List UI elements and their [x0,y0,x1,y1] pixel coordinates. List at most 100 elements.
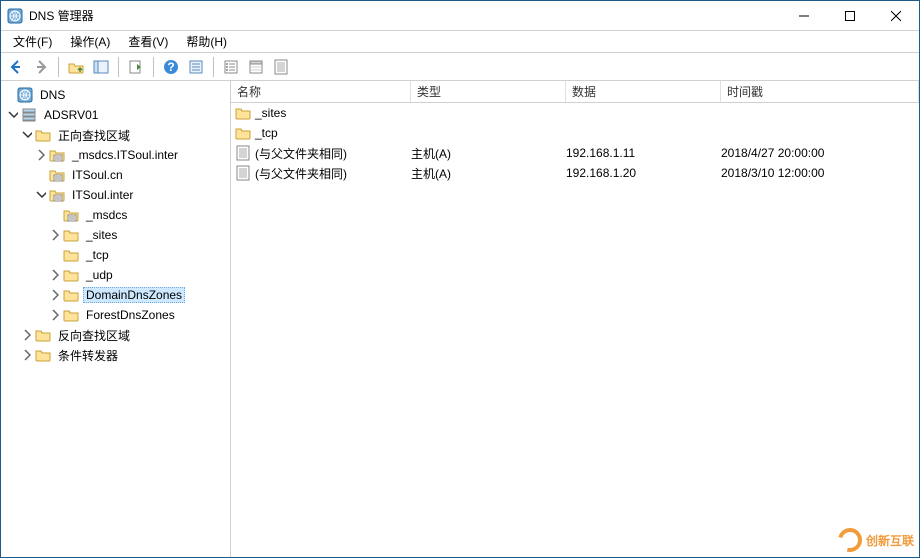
list-header: 名称 类型 数据 时间戳 [231,81,919,103]
tree-label: ITSoul.inter [69,187,136,203]
toolbar-separator [118,57,119,77]
tree-label: ITSoul.cn [69,167,126,183]
folder-icon [63,247,79,263]
chevron-down-icon[interactable] [35,189,47,201]
up-level-button[interactable] [65,56,87,78]
tree-label: DomainDnsZones [83,287,185,303]
column-header-timestamp[interactable]: 时间戳 [721,81,919,102]
folder-icon [235,105,251,121]
tree-zone-itsoul-cn[interactable]: ITSoul.cn [1,165,230,185]
tree-pane[interactable]: DNS ADSRV01 [1,81,231,557]
folder-icon [35,327,51,343]
menu-action[interactable]: 操作(A) [62,31,118,52]
tree-sub-forestdnszones[interactable]: ForestDnsZones [1,305,230,325]
chevron-right-icon[interactable] [49,229,61,241]
cell-type: 主机(A) [411,165,566,182]
list-row[interactable]: (与父文件夹相同) 主机(A)192.168.1.202018/3/10 12:0… [231,163,919,183]
server-icon [21,107,37,123]
column-header-data[interactable]: 数据 [566,81,721,102]
chevron-down-icon[interactable] [7,109,19,121]
window-title: DNS 管理器 [29,7,781,24]
dns-manager-window: DNS 管理器 文件(F) 操作(A) 查看(V) 帮助(H) [0,0,920,558]
tree-sub-msdcs[interactable]: _msdcs [1,205,230,225]
list-row[interactable]: (与父文件夹相同)主机(A)192.168.1.112018/4/27 20:0… [231,143,919,163]
tree-zone-msdcs-inter[interactable]: _msdcs.ITSoul.inter [1,145,230,165]
minimize-button[interactable] [781,1,827,31]
tree-label: 反向查找区域 [55,326,133,345]
small-icons-button[interactable] [270,56,292,78]
chevron-right-icon[interactable] [49,289,61,301]
menu-help[interactable]: 帮助(H) [178,31,235,52]
close-button[interactable] [873,1,919,31]
chevron-right-icon[interactable] [49,309,61,321]
chevron-right-icon[interactable] [35,149,47,161]
maximize-button[interactable] [827,1,873,31]
detail-view-button[interactable] [245,56,267,78]
tree-label: DNS [37,87,68,103]
chevron-right-icon[interactable] [49,269,61,281]
tree-label: 正向查找区域 [55,126,133,145]
tree-label: ADSRV01 [41,107,101,123]
tree-conditional-forwarders[interactable]: 条件转发器 [1,345,230,365]
cell-data: 192.168.1.20 [566,166,721,180]
tree-forward-zones[interactable]: 正向查找区域 [1,125,230,145]
list-row[interactable]: _sites [231,103,919,123]
chevron-right-icon[interactable] [21,349,33,361]
zone-icon [49,187,65,203]
column-header-name[interactable]: 名称 [231,81,411,102]
menu-view[interactable]: 查看(V) [120,31,176,52]
cell-data: 192.168.1.11 [566,146,721,160]
content-area: DNS ADSRV01 [1,81,919,557]
record-icon [235,145,251,161]
folder-icon [35,127,51,143]
folder-icon [235,125,251,141]
tree-sub-domaindnszones[interactable]: DomainDnsZones [1,285,230,305]
tree-server[interactable]: ADSRV01 [1,105,230,125]
nav-back-button[interactable] [5,56,27,78]
chevron-right-icon[interactable] [21,329,33,341]
toolbar [1,53,919,81]
app-icon [7,8,23,24]
cell-type: 主机(A) [411,145,566,162]
tree-sub-sites[interactable]: _sites [1,225,230,245]
menu-file[interactable]: 文件(F) [5,31,60,52]
export-list-button[interactable] [125,56,147,78]
folder-icon [63,267,79,283]
tree-label: _udp [83,267,116,283]
tree-label: 条件转发器 [55,346,121,365]
cell-name: _sites [255,106,286,120]
tree-reverse-zones[interactable]: 反向查找区域 [1,325,230,345]
zone-icon [63,207,79,223]
folder-icon [63,287,79,303]
cell-timestamp: 2018/3/10 12:00:00 [721,166,919,180]
toolbar-separator [213,57,214,77]
column-header-type[interactable]: 类型 [411,81,566,102]
tree-label: _msdcs.ITSoul.inter [69,147,181,163]
menubar: 文件(F) 操作(A) 查看(V) 帮助(H) [1,31,919,53]
zone-icon [49,167,65,183]
tree-root-dns[interactable]: DNS [1,85,230,105]
record-icon [235,165,251,181]
chevron-down-icon[interactable] [21,129,33,141]
list-view-button[interactable] [220,56,242,78]
tree-sub-tcp[interactable]: _tcp [1,245,230,265]
toolbar-separator [153,57,154,77]
cell-name: (与父文件夹相同) [255,145,347,162]
folder-icon [63,307,79,323]
cell-name: (与父文件夹相同) [255,165,347,182]
zone-icon [49,147,65,163]
titlebar: DNS 管理器 [1,1,919,31]
nav-forward-button[interactable] [30,56,52,78]
show-panes-button[interactable] [90,56,112,78]
list-body[interactable]: _sites _tcp (与父文件夹相同) 主机(A)192.168.1.112018… [231,103,919,557]
help-button[interactable] [160,56,182,78]
folder-icon [63,227,79,243]
folder-icon [35,347,51,363]
tree-zone-itsoul-inter[interactable]: ITSoul.inter [1,185,230,205]
list-row[interactable]: _tcp [231,123,919,143]
dns-icon [17,87,33,103]
properties-button[interactable] [185,56,207,78]
toolbar-separator [58,57,59,77]
tree-sub-udp[interactable]: _udp [1,265,230,285]
tree-label: _msdcs [83,207,130,223]
